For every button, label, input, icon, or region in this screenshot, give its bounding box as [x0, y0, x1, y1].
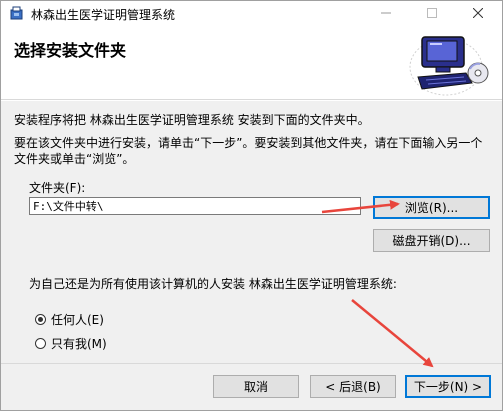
header-divider [1, 100, 502, 101]
back-button[interactable]: < 后退(B) [310, 375, 396, 398]
radio-selected-dot [38, 317, 43, 322]
radio-everyone[interactable]: 任何人(E) [35, 311, 104, 328]
wizard-header: 选择安装文件夹 [1, 25, 502, 100]
disk-cost-button[interactable]: 磁盘开销(D)... [373, 229, 490, 252]
radio-just-me[interactable]: 只有我(M) [35, 335, 107, 352]
folder-label: 文件夹(F): [29, 181, 86, 195]
close-button[interactable] [455, 1, 501, 25]
minimize-icon [381, 12, 391, 14]
radio-everyone-label: 任何人(E) [51, 313, 104, 327]
page-title: 选择安装文件夹 [14, 41, 127, 60]
intro-text: 安装程序将把 林森出生医学证明管理系统 安装到下面的文件夹中。 [14, 113, 370, 127]
next-button[interactable]: 下一步(N) > [405, 375, 491, 398]
footer-divider [1, 363, 502, 364]
installer-window: 林森出生医学证明管理系统 选择安装文件夹 安装程序将把 林森出生医学证明管理系统… [0, 0, 503, 411]
title-bar: 林森出生医学证明管理系统 [1, 1, 502, 25]
cancel-button[interactable]: 取消 [213, 375, 299, 398]
browse-button[interactable]: 浏览(R)... [373, 196, 490, 219]
maximize-button[interactable] [409, 1, 455, 25]
folder-path-input[interactable] [29, 197, 361, 215]
radio-just-me-label: 只有我(M) [51, 337, 107, 351]
close-icon [473, 8, 483, 18]
minimize-button[interactable] [363, 1, 409, 25]
window-title: 林森出生医学证明管理系统 [31, 8, 176, 22]
installer-package-icon [10, 6, 23, 20]
maximize-icon [427, 8, 437, 18]
radio-just-me-button[interactable] [35, 338, 46, 349]
radio-everyone-button[interactable] [35, 314, 46, 325]
install-for-label: 为自己还是为所有使用该计算机的人安装 林森出生医学证明管理系统: [29, 277, 397, 291]
description-text: 要在该文件夹中进行安装，请单击“下一步”。要安装到其他文件夹，请在下面输入另一个… [14, 136, 483, 166]
computer-cd-icon [409, 36, 489, 96]
